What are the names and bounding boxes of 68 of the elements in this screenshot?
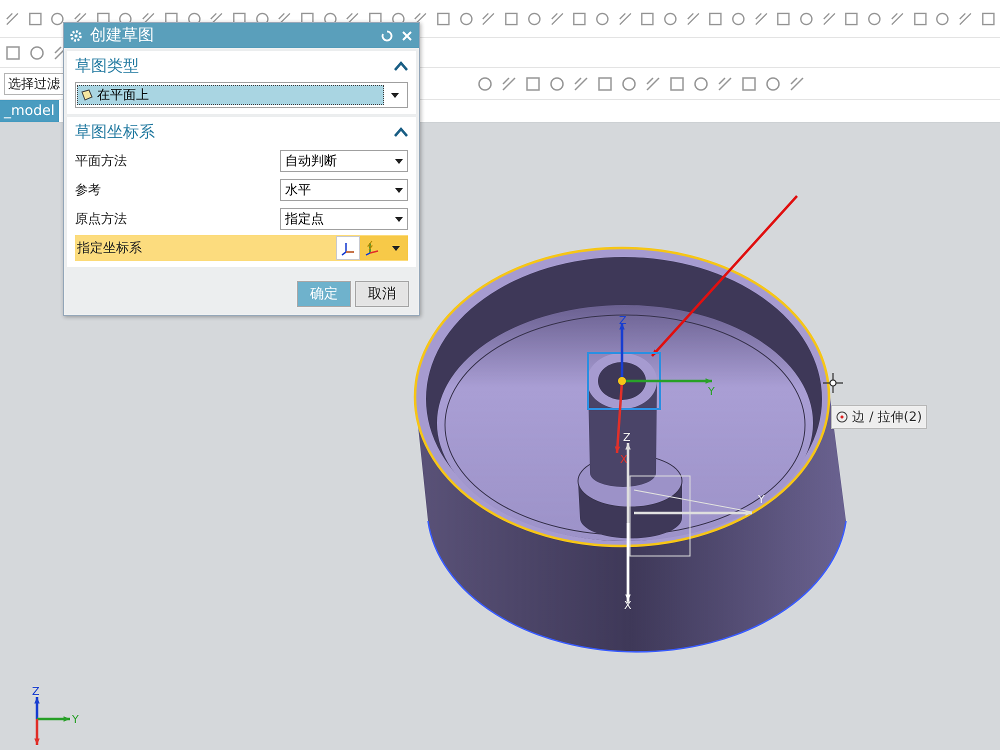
edge-point-icon — [836, 411, 848, 423]
caret-icon — [395, 188, 403, 192]
toolbar-icon[interactable] — [740, 74, 758, 92]
toolbar-icon[interactable] — [572, 74, 590, 92]
y-axis — [37, 716, 70, 722]
axis-label: X — [624, 599, 632, 612]
x-axis — [34, 719, 40, 745]
toolbar-icon[interactable] — [707, 10, 724, 28]
chevron-up-icon[interactable] — [394, 61, 408, 71]
toolbar-icon[interactable] — [980, 10, 996, 28]
sketch-type-dropdown[interactable]: 在平面上 — [75, 82, 408, 108]
caret-icon — [395, 216, 403, 222]
caret-icon — [391, 92, 399, 98]
axis-label: Z — [32, 685, 40, 698]
csys-row[interactable]: 指定坐标系 — [75, 235, 408, 261]
toolbar-icon[interactable] — [788, 74, 806, 92]
toolbar-icon[interactable] — [476, 74, 494, 92]
axis-label: Z — [623, 431, 631, 444]
toolbar-icon[interactable] — [764, 74, 782, 92]
toolbar-icon[interactable] — [4, 44, 22, 62]
chevron-up-icon[interactable] — [394, 127, 408, 137]
toolbar-icon[interactable] — [548, 74, 566, 92]
dialog-title: 创建草图 — [90, 25, 155, 46]
toolbar-icon[interactable] — [912, 10, 928, 28]
axes-icon — [340, 240, 356, 256]
toolbar-icon[interactable] — [28, 44, 46, 62]
cancel-button[interactable]: 取消 — [355, 281, 409, 307]
toolbar-icon[interactable] — [692, 74, 710, 92]
axis-label: Y — [72, 713, 79, 726]
caret-icon — [392, 246, 400, 250]
toolbar-icon[interactable] — [435, 10, 452, 28]
csys-dialog-button[interactable] — [336, 236, 360, 260]
axis-label: Y — [758, 493, 765, 506]
caret-icon — [395, 158, 403, 164]
settings-icon[interactable] — [70, 30, 82, 42]
option-dropdown[interactable]: 指定点 — [280, 208, 408, 230]
toolbar-icon[interactable] — [716, 74, 734, 92]
axes-icon — [363, 239, 381, 257]
toolbar-icon[interactable] — [639, 10, 656, 28]
origin-point — [618, 377, 626, 385]
dropdown-value: 在平面上 — [97, 87, 149, 104]
reset-icon[interactable] — [381, 30, 393, 42]
csys-menu-button[interactable] — [384, 236, 408, 260]
toolbar-icon[interactable] — [644, 74, 662, 92]
toolbar-icon[interactable] — [596, 74, 614, 92]
field-label: 参考 — [75, 182, 102, 199]
z-axis — [34, 697, 40, 719]
toolbar-icon[interactable] — [500, 74, 518, 92]
close-icon[interactable] — [401, 30, 413, 42]
option-dropdown[interactable]: 水平 — [280, 179, 408, 201]
toolbar-icon[interactable] — [843, 10, 860, 28]
move-cursor-icon — [822, 372, 844, 394]
toolbar-icon[interactable] — [775, 10, 792, 28]
toolbar-icon[interactable] — [524, 74, 542, 92]
tooltip-text: 边 / 拉伸(2) — [852, 409, 922, 426]
toolbar-icon[interactable] — [26, 10, 44, 28]
selection-filter-field[interactable]: 选择过滤 — [4, 72, 64, 94]
section-title[interactable]: 草图类型 — [75, 56, 394, 76]
toolbar-icon[interactable] — [571, 10, 588, 28]
axis-label: X — [620, 453, 628, 466]
option-dropdown[interactable]: 自动判断 — [280, 150, 408, 172]
field-label: 原点方法 — [75, 211, 128, 228]
toolbar-icon[interactable] — [503, 10, 520, 28]
toolbar-icon[interactable] — [620, 74, 638, 92]
section-title[interactable]: 草图坐标系 — [75, 122, 394, 142]
toolbar-icon[interactable] — [668, 74, 686, 92]
field-label: 平面方法 — [75, 153, 128, 170]
axis-label: Y — [708, 385, 715, 398]
